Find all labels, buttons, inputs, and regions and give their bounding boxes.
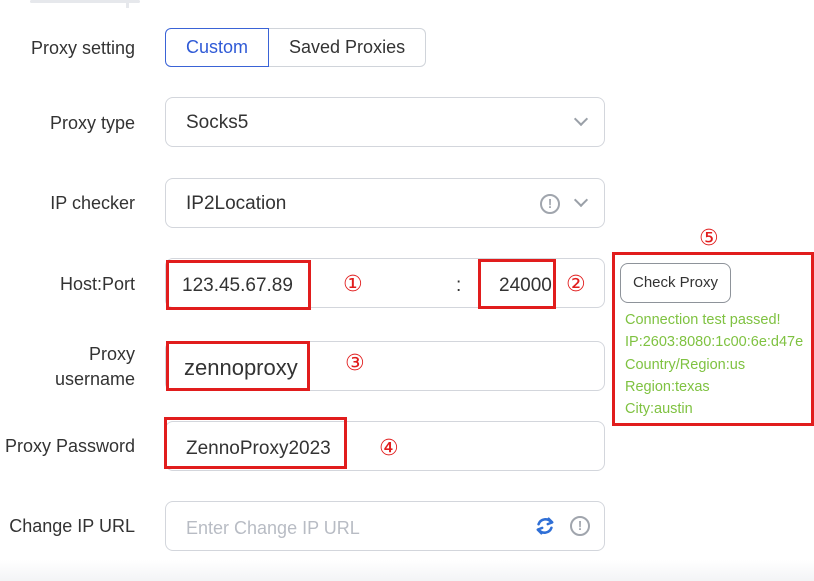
- result-country: Country/Region:us: [625, 357, 746, 373]
- info-circle-icon[interactable]: !: [540, 194, 560, 214]
- tab-saved-proxies[interactable]: Saved Proxies: [269, 28, 427, 67]
- annotation-marker-1: ①: [343, 271, 363, 296]
- result-status: Connection test passed!: [625, 312, 781, 328]
- chevron-down-icon: [573, 111, 589, 127]
- password-label: Proxy Password: [4, 436, 135, 456]
- info-circle-icon[interactable]: !: [570, 516, 590, 536]
- proxy-setting-segmented: Custom Saved Proxies: [165, 28, 427, 67]
- ip-checker-value: IP2Location: [186, 193, 287, 214]
- result-region: Region:texas: [625, 379, 710, 395]
- annotation-marker-2: ②: [566, 271, 586, 296]
- chevron-down-icon: [573, 192, 589, 208]
- change-ip-url-input[interactable]: Enter Change IP URL: [186, 517, 360, 539]
- annotation-box-password: [164, 417, 347, 469]
- annotation-box-host: [166, 260, 311, 310]
- proxy-type-value: Socks5: [186, 112, 249, 133]
- annotation-box-username: [166, 341, 310, 391]
- bottom-edge: [0, 560, 814, 581]
- annotation-marker-4: ④: [379, 435, 399, 460]
- refresh-icon[interactable]: [534, 515, 556, 537]
- result-ip: IP:2603:8080:1c00:6e:d47e: [625, 334, 804, 350]
- change-ip-url-label: Change IP URL: [9, 516, 135, 536]
- proxy-type-select[interactable]: Socks5: [165, 97, 605, 147]
- proxy-setting-label: Proxy setting: [30, 38, 135, 58]
- host-port-label: Host:Port: [59, 274, 135, 294]
- ip-checker-label: IP checker: [50, 193, 135, 213]
- username-label-line1: Proxy: [88, 344, 135, 364]
- check-proxy-button[interactable]: Check Proxy: [620, 263, 731, 303]
- ip-checker-select[interactable]: IP2Location !: [165, 178, 605, 228]
- username-label-line2: username: [54, 369, 135, 389]
- result-city: City:austin: [625, 401, 693, 417]
- host-port-separator: :: [456, 275, 462, 296]
- proxy-type-label: Proxy type: [49, 113, 135, 133]
- tab-custom[interactable]: Custom: [165, 28, 270, 67]
- annotation-marker-5: ⑤: [699, 225, 719, 250]
- annotation-box-port: [478, 259, 556, 309]
- top-divider: [30, 0, 140, 3]
- annotation-marker-3: ③: [345, 350, 365, 375]
- top-divider-tick: [126, 0, 129, 8]
